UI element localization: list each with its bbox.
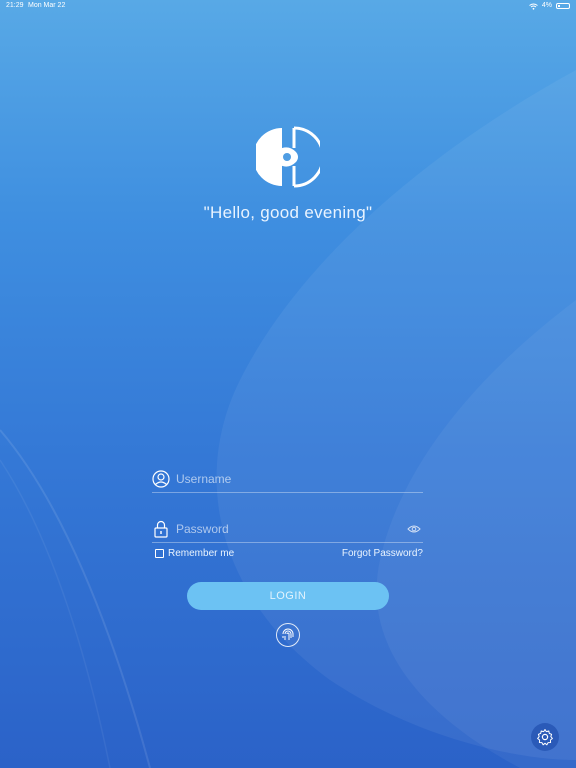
background-waves bbox=[0, 70, 576, 768]
greeting-text: "Hello, good evening" bbox=[203, 203, 373, 222]
battery-icon bbox=[556, 3, 570, 9]
eye-icon[interactable] bbox=[407, 524, 421, 534]
forgot-password-link[interactable]: Forgot Password? bbox=[342, 548, 423, 559]
lock-icon bbox=[154, 520, 168, 538]
user-icon bbox=[152, 470, 170, 488]
fingerprint-icon bbox=[282, 628, 294, 640]
status-date: Mon Mar 22 bbox=[28, 2, 66, 9]
app-logo-icon bbox=[256, 126, 320, 188]
remember-checkbox[interactable] bbox=[155, 549, 164, 558]
status-bar: 21:29 Mon Mar 22 4% bbox=[0, 0, 576, 12]
wifi-icon bbox=[529, 3, 538, 10]
fingerprint-button[interactable] bbox=[276, 623, 300, 647]
login-button[interactable]: LOGIN bbox=[187, 582, 389, 610]
remember-label: Remember me bbox=[168, 548, 235, 559]
username-input[interactable] bbox=[176, 468, 396, 490]
status-time: 21:29 bbox=[6, 2, 24, 9]
password-field bbox=[152, 518, 423, 543]
settings-button[interactable] bbox=[531, 723, 559, 751]
password-input[interactable] bbox=[176, 518, 396, 540]
remember-me[interactable]: Remember me bbox=[155, 548, 234, 559]
status-right: 4% bbox=[529, 0, 570, 12]
gear-icon bbox=[537, 729, 553, 746]
username-field bbox=[152, 468, 423, 493]
battery-percent: 4% bbox=[541, 2, 552, 9]
